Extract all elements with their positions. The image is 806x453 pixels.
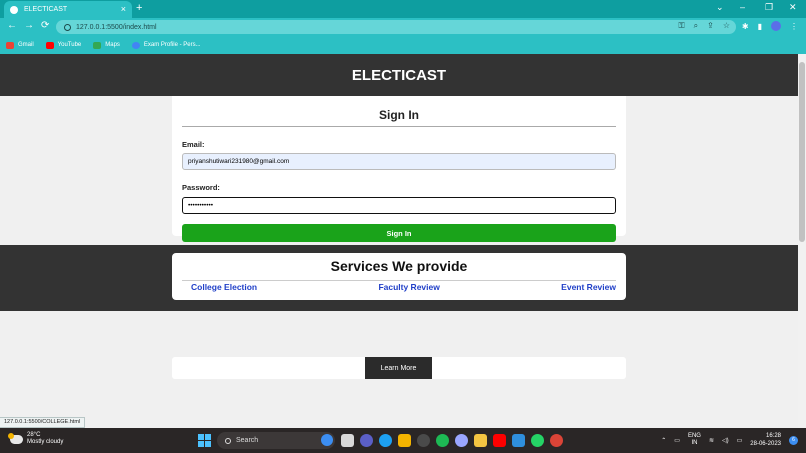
chevron-up-icon[interactable]: ⌃ bbox=[661, 437, 666, 444]
display-icon[interactable]: ▭ bbox=[674, 437, 680, 444]
signin-heading: Sign In bbox=[379, 108, 419, 122]
taskbar-search[interactable]: Search bbox=[217, 432, 335, 449]
share-icon[interactable]: ⇪ bbox=[707, 21, 714, 31]
link-status-url: 127.0.0.1:5500/COLLEGE.html bbox=[0, 417, 86, 428]
search-label: Search bbox=[236, 437, 259, 444]
task-view-icon[interactable] bbox=[341, 434, 354, 447]
bookmark-maps[interactable]: Maps bbox=[93, 41, 120, 49]
store-icon[interactable] bbox=[398, 434, 411, 447]
search-icon bbox=[225, 437, 231, 444]
toolbar-right: ✱ ▮ ⋮ bbox=[742, 21, 798, 31]
settings-gear-icon[interactable] bbox=[455, 434, 468, 447]
youtube-icon bbox=[45, 41, 54, 49]
windows-taskbar: 28°C Mostly cloudy Search ⌃ ▭ ENG IN ≋ ◁… bbox=[0, 428, 806, 453]
weather-desc: Mostly cloudy bbox=[27, 439, 64, 445]
divider bbox=[182, 126, 616, 127]
scrollbar-thumb[interactable] bbox=[799, 62, 805, 242]
site-header: ELECTICAST bbox=[0, 54, 798, 96]
restore-button[interactable]: ❐ bbox=[765, 2, 773, 13]
bookmark-youtube[interactable]: YouTube bbox=[45, 41, 82, 49]
bookmarks-bar: Gmail YouTube Maps Exam Profile - Pers..… bbox=[0, 36, 806, 54]
close-window-button[interactable]: ✕ bbox=[789, 2, 797, 13]
bookmark-label: Exam Profile - Pers... bbox=[143, 42, 201, 48]
page-scrollbar[interactable] bbox=[798, 54, 806, 428]
forward-button[interactable]: → bbox=[24, 20, 34, 31]
gmail-icon bbox=[6, 41, 14, 49]
browser-tab-active[interactable]: ELECTICAST × bbox=[4, 1, 132, 18]
bookmark-label: YouTube bbox=[57, 42, 82, 48]
obs-icon[interactable] bbox=[417, 434, 430, 447]
signin-card: Sign In Email: priyanshutiwari231980@gma… bbox=[172, 96, 626, 242]
weather-temp: 28°C bbox=[27, 432, 41, 438]
address-bar-url[interactable]: 127.0.0.1:5500/index.html bbox=[76, 24, 157, 31]
profile-avatar[interactable] bbox=[771, 21, 781, 31]
volume-icon[interactable]: ◁) bbox=[722, 437, 729, 444]
site-title: ELECTICAST bbox=[351, 66, 447, 84]
bing-icon[interactable] bbox=[321, 434, 333, 446]
youtube-app-icon[interactable] bbox=[493, 434, 506, 447]
tab-search-dropdown-icon[interactable]: ⌄ bbox=[716, 2, 724, 13]
side-panel-icon[interactable]: ▮ bbox=[758, 22, 762, 31]
email-label: Email: bbox=[182, 140, 205, 149]
edge-icon[interactable] bbox=[379, 434, 392, 447]
services-list: College Election Faculty Review Event Re… bbox=[182, 281, 616, 292]
zoom-icon[interactable]: ⌕ bbox=[694, 21, 698, 31]
reload-button[interactable]: ⟳ bbox=[41, 20, 49, 31]
exam-profile-icon bbox=[131, 41, 140, 49]
spotify-icon[interactable] bbox=[436, 434, 449, 447]
file-explorer-icon[interactable] bbox=[474, 434, 487, 447]
bookmark-star-icon[interactable]: ☆ bbox=[723, 21, 730, 31]
browser-toolbar: ← → ⟳ 127.0.0.1:5500/index.html ⚿ ⌕ ⇪ ☆ … bbox=[0, 18, 806, 36]
time: 16:28 bbox=[765, 433, 781, 439]
signin-button[interactable]: Sign In bbox=[182, 224, 616, 242]
address-bar[interactable]: 127.0.0.1:5500/index.html bbox=[56, 20, 736, 34]
back-button[interactable]: ← bbox=[7, 20, 17, 31]
minimize-button[interactable]: – bbox=[740, 2, 745, 12]
tab-title: ELECTICAST bbox=[24, 6, 68, 13]
extensions-icon[interactable]: ✱ bbox=[742, 22, 749, 31]
region-code: IN bbox=[691, 440, 698, 446]
bookmark-gmail[interactable]: Gmail bbox=[6, 41, 34, 49]
new-tab-button[interactable]: + bbox=[136, 2, 142, 14]
learn-more-button[interactable]: Learn More bbox=[365, 357, 432, 379]
chrome-icon[interactable] bbox=[550, 434, 563, 447]
menu-kebab-icon[interactable]: ⋮ bbox=[790, 22, 798, 31]
date: 28-06-2023 bbox=[750, 441, 781, 447]
lang-code: ENG bbox=[687, 433, 701, 439]
bookmark-label: Gmail bbox=[18, 42, 34, 48]
weather-widget[interactable]: 28°C Mostly cloudy bbox=[8, 432, 64, 446]
cloud-icon bbox=[8, 432, 23, 444]
learn-more-card: Learn More bbox=[172, 357, 626, 379]
windows-start-icon[interactable] bbox=[198, 434, 211, 447]
vscode-icon[interactable] bbox=[512, 434, 525, 447]
site-info-icon[interactable] bbox=[64, 23, 71, 31]
language-indicator[interactable]: ENG IN bbox=[688, 433, 701, 447]
taskbar-apps: Search bbox=[198, 432, 563, 449]
service-link-faculty-review[interactable]: Faculty Review bbox=[378, 282, 439, 292]
teams-chat-icon[interactable] bbox=[360, 434, 373, 447]
maps-icon bbox=[93, 41, 102, 49]
notification-badge[interactable]: 6 bbox=[789, 435, 798, 445]
battery-icon[interactable]: ▭ bbox=[737, 437, 743, 444]
services-card: Services We provide College Election Fac… bbox=[172, 253, 626, 300]
omnibox-actions: ⚿ ⌕ ⇪ ☆ bbox=[679, 21, 730, 31]
email-field[interactable]: priyanshutiwari231980@gmail.com bbox=[182, 153, 616, 170]
whatsapp-icon[interactable] bbox=[531, 434, 544, 447]
services-heading: Services We provide bbox=[330, 258, 468, 274]
tab-favicon-icon bbox=[10, 5, 18, 14]
page-viewport: ELECTICAST Sign In Email: priyanshutiwar… bbox=[0, 54, 798, 428]
wifi-icon[interactable]: ≋ bbox=[709, 437, 714, 444]
service-link-event-review[interactable]: Event Review bbox=[561, 282, 616, 292]
clock[interactable]: 16:28 28-06-2023 bbox=[750, 432, 781, 448]
system-tray: ⌃ ▭ ENG IN ≋ ◁) ▭ 16:28 28-06-2023 6 bbox=[661, 432, 798, 448]
browser-titlebar: ELECTICAST × + ⌄ – ❐ ✕ bbox=[0, 0, 806, 18]
password-label: Password: bbox=[182, 183, 220, 192]
bookmark-exam-profile[interactable]: Exam Profile - Pers... bbox=[131, 41, 201, 49]
key-icon[interactable]: ⚿ bbox=[679, 21, 685, 31]
bookmark-label: Maps bbox=[105, 42, 120, 48]
service-link-college-election[interactable]: College Election bbox=[191, 282, 257, 292]
tab-close-icon[interactable]: × bbox=[121, 4, 126, 14]
password-field[interactable]: ••••••••••• bbox=[182, 197, 616, 214]
